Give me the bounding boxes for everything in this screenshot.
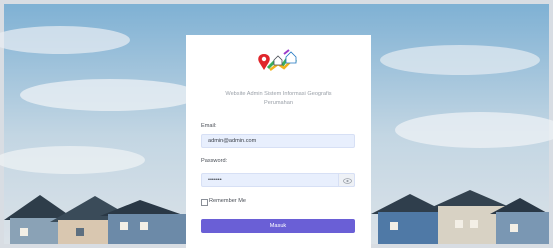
eye-icon (343, 178, 352, 184)
map-pin-houses-logo (258, 49, 297, 71)
remember-checkbox[interactable] (201, 199, 208, 206)
email-label: Email: (201, 123, 217, 129)
password-label: Password: (201, 158, 228, 164)
app-subtitle: Website Admin Sistem Informasi Geografis… (206, 90, 351, 107)
password-toggle-button[interactable] (338, 173, 355, 187)
email-field[interactable]: admin@admin.com (201, 134, 355, 148)
submit-button[interactable]: Masuk (201, 219, 355, 233)
subtitle-line-1: Website Admin Sistem Informasi Geografis (225, 91, 332, 97)
remember-label: Remember Me (209, 198, 246, 204)
password-value: ••••••• (208, 177, 222, 183)
email-value: admin@admin.com (208, 138, 257, 144)
subtitle-line-2: Perumahan (264, 99, 293, 106)
password-field[interactable]: ••••••• (201, 173, 355, 187)
login-card: Website Admin Sistem Informasi Geografis… (186, 35, 371, 248)
